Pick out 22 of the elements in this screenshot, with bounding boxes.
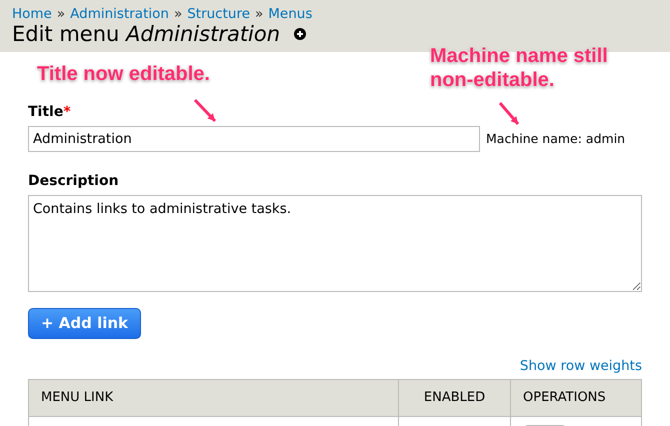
field-label: Description	[28, 172, 119, 191]
column-header: OPERATIONS	[510, 380, 642, 416]
page-title: Edit menu Administration	[12, 22, 280, 46]
add-link-button[interactable]: + Add link	[28, 308, 142, 339]
add-shortcut-icon[interactable]	[294, 28, 306, 40]
breadcrumb-link[interactable]: Home	[12, 6, 52, 22]
title-field[interactable]: Administration	[28, 126, 480, 152]
breadcrumb-separator: »	[255, 6, 264, 22]
breadcrumb-separator: »	[56, 6, 66, 22]
required-mark: *	[63, 104, 71, 120]
breadcrumb-link[interactable]: Administration	[70, 6, 169, 22]
column-header: ENABLED	[398, 380, 510, 416]
machine-name: Machine name: admin	[486, 130, 626, 148]
breadcrumb-link[interactable]: Structure	[187, 6, 250, 22]
show-row-weights-link[interactable]: Show row weights	[28, 356, 642, 376]
description-field[interactable]: Contains links to administrative tasks.	[28, 195, 642, 292]
breadcrumb-link[interactable]: Menus	[268, 6, 312, 22]
annotation-text: Title now editable.	[37, 62, 210, 86]
annotation-text: Machine name still non-editable.	[430, 44, 609, 92]
field-label: Title*	[28, 103, 71, 122]
column-header: MENU LINK	[28, 380, 398, 416]
breadcrumb-separator: »	[174, 6, 182, 22]
